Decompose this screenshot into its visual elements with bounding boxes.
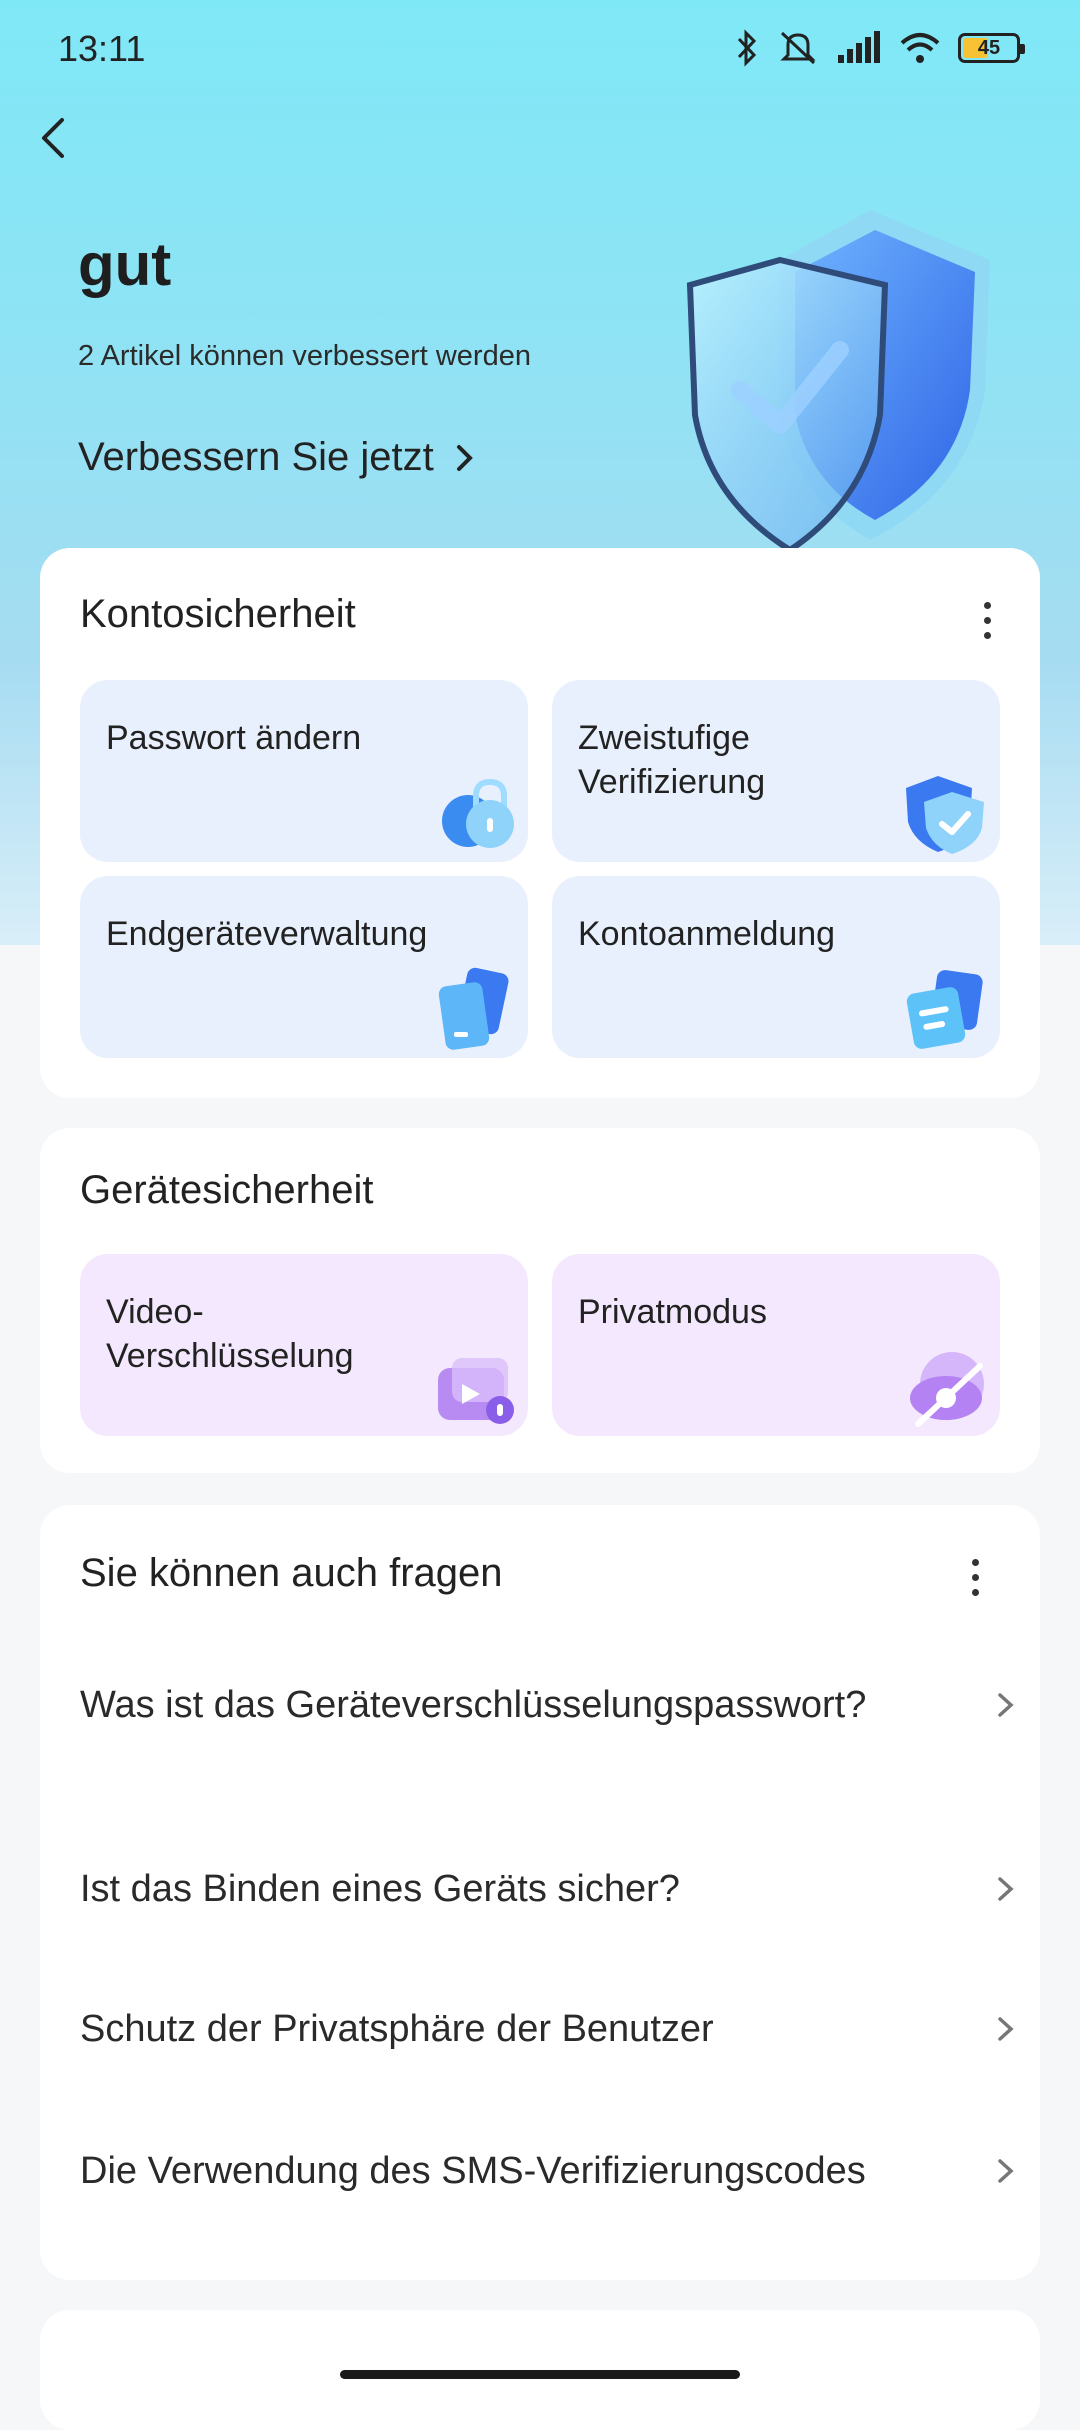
tile-label: Video-Verschlüsselung xyxy=(106,1293,354,1375)
status-icons: 45 xyxy=(734,26,1025,70)
tile-label: Privatmodus xyxy=(578,1293,767,1331)
chevron-right-icon xyxy=(998,2159,1014,2183)
mute-bell-icon xyxy=(780,31,816,65)
faq-item[interactable]: Ist das Binden eines Geräts sicher? xyxy=(80,1865,1020,1913)
shield-check-icon xyxy=(906,776,984,854)
home-indicator[interactable] xyxy=(340,2370,740,2379)
faq-item-label: Ist das Binden eines Geräts sicher? xyxy=(80,1868,680,1910)
more-options-icon[interactable] xyxy=(972,590,1002,650)
tile-label: Kontoanmeldung xyxy=(578,915,836,953)
more-options-icon[interactable] xyxy=(960,1547,990,1607)
devices-icon xyxy=(438,967,509,1050)
faq-item[interactable]: Was ist das Geräteverschlüsselungspasswo… xyxy=(80,1681,1020,1729)
signal-icon xyxy=(838,31,880,63)
battery-icon: 45 xyxy=(958,33,1025,63)
faq-title: Sie können auch fragen xyxy=(80,1551,503,1595)
account-security-card: Kontosicherheit Passwort ändern Zweistuf… xyxy=(40,548,1040,1098)
chevron-right-icon xyxy=(998,2017,1014,2041)
tile-label: Zweistufige Verifizierung xyxy=(578,719,766,801)
login-record-icon xyxy=(906,970,983,1049)
device-security-card: Gerätesicherheit Video-Verschlüsselung P… xyxy=(40,1128,1040,1473)
account-security-title: Kontosicherheit xyxy=(80,592,356,636)
eye-off-icon xyxy=(910,1352,984,1427)
tile-label: Endgeräteverwaltung xyxy=(106,915,428,953)
tile-change-password[interactable]: Passwort ändern xyxy=(80,680,528,862)
video-lock-icon xyxy=(438,1358,514,1424)
tile-label: Passwort ändern xyxy=(106,719,362,757)
shield-illustration xyxy=(686,210,990,550)
chevron-right-icon xyxy=(456,444,473,471)
faq-card: Sie können auch fragen Was ist das Gerät… xyxy=(40,1505,1040,2280)
security-rating: gut xyxy=(78,231,172,298)
chevron-right-icon xyxy=(998,1877,1014,1901)
improve-now-label: Verbessern Sie jetzt xyxy=(78,435,434,479)
back-arrow-icon[interactable] xyxy=(30,110,76,166)
chevron-right-icon xyxy=(998,1693,1014,1717)
tile-video-encryption[interactable]: Video-Verschlüsselung xyxy=(80,1254,528,1436)
faq-item[interactable]: Schutz der Privatsphäre der Benutzer xyxy=(80,2005,1020,2053)
wifi-icon xyxy=(900,33,940,63)
improvement-count-text: 2 Artikel können verbessert werden xyxy=(78,340,531,372)
faq-item-label: Die Verwendung des SMS-Verifizierungscod… xyxy=(80,2150,866,2192)
faq-item-label: Schutz der Privatsphäre der Benutzer xyxy=(80,2008,714,2050)
lock-icon xyxy=(442,778,514,848)
faq-item[interactable]: Die Verwendung des SMS-Verifizierungscod… xyxy=(80,2147,1020,2195)
tile-two-step-verification[interactable]: Zweistufige Verifizierung xyxy=(552,680,1000,862)
battery-level: 45 xyxy=(977,36,1001,59)
device-security-title: Gerätesicherheit xyxy=(80,1168,374,1212)
tile-private-mode[interactable]: Privatmodus xyxy=(552,1254,1000,1436)
faq-item-label: Was ist das Geräteverschlüsselungspasswo… xyxy=(80,1684,867,1726)
status-time: 13:11 xyxy=(58,28,146,69)
bluetooth-icon xyxy=(737,29,757,67)
improve-now-link[interactable]: Verbessern Sie jetzt xyxy=(78,435,476,480)
tile-device-management[interactable]: Endgeräteverwaltung xyxy=(80,876,528,1058)
status-bar: 13:11 45 xyxy=(0,0,1080,96)
tile-account-login[interactable]: Kontoanmeldung xyxy=(552,876,1000,1058)
